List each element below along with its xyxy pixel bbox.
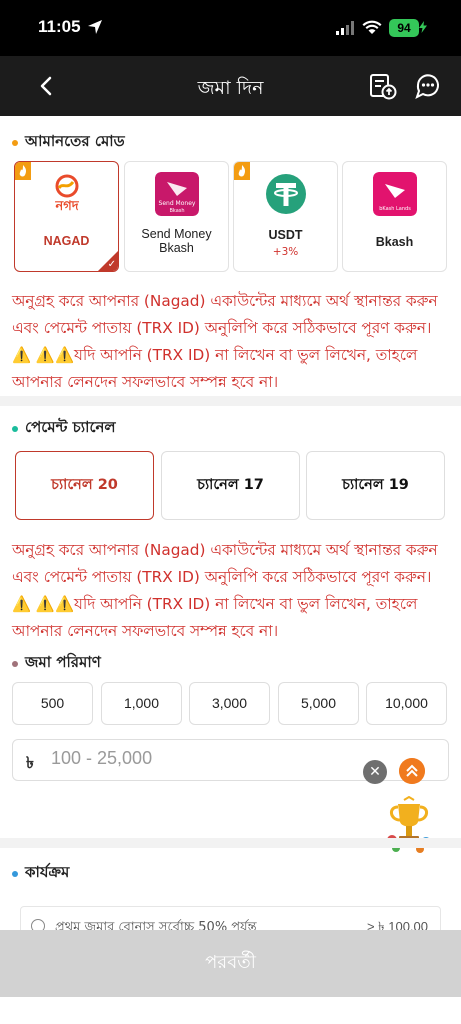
scroll-top-icon[interactable] <box>399 758 425 784</box>
deposit-history-icon[interactable] <box>368 71 398 101</box>
transfer-notice-1: অনুগ্রহ করে আপনার (Nagad) একাউন্টের মাধ্… <box>12 292 438 391</box>
checkmark-icon: ✓ <box>107 259 116 270</box>
charging-bolt-icon <box>419 21 427 33</box>
currency-symbol: ৳ <box>26 753 34 772</box>
clear-icon[interactable]: ✕ <box>363 760 387 784</box>
transfer-notice-2: অনুগ্রহ করে আপনার (Nagad) একাউন্টের মাধ্… <box>12 541 438 640</box>
payment-mode-label: NAGAD <box>43 234 90 248</box>
payment-mode-label: Send Money Bkash <box>141 227 212 255</box>
amount-preset-10000[interactable]: 10,000 <box>366 682 447 725</box>
status-time: 11:05 <box>38 17 81 36</box>
section-divider <box>0 396 461 406</box>
payment-mode-label: Bkash <box>375 235 414 249</box>
payment-mode-send-money-bkash[interactable]: Send Money Bkash Send Money Bkash <box>124 161 229 272</box>
amount-preset-1000[interactable]: 1,000 <box>101 682 182 725</box>
amount-preset-5000[interactable]: 5,000 <box>278 682 359 725</box>
bkash-logo-text: bKash Lands <box>379 206 411 212</box>
hot-badge-icon <box>234 162 250 180</box>
amount-preset-3000[interactable]: 3,000 <box>189 682 270 725</box>
payment-mode-nagad[interactable]: নগদ NAGAD ✓ <box>14 161 119 272</box>
wifi-icon <box>362 20 382 34</box>
payment-mode-usdt[interactable]: USDT +3% <box>233 161 338 272</box>
section-dot <box>12 660 18 667</box>
payment-mode-title: আমানতের মোড <box>12 130 125 155</box>
payment-mode-label: USDT <box>268 228 303 242</box>
amount-placeholder: 100 - 25,000 <box>51 748 153 768</box>
support-chat-icon[interactable] <box>414 73 442 99</box>
location-arrow-icon <box>88 20 102 34</box>
usdt-bonus-label: +3% <box>272 246 299 258</box>
status-bar: 11:05 94 <box>0 0 461 56</box>
deposit-amount-title: জমা পরিমাণ <box>12 651 101 676</box>
nagad-logo-icon: নগদ <box>54 174 79 214</box>
bkash-send-money-logo-text-2: Bkash <box>169 208 184 214</box>
amount-preset-500[interactable]: 500 <box>12 682 93 725</box>
nagad-logo-text: নগদ <box>54 199 79 214</box>
activity-title: কার্যক্রম <box>12 861 69 886</box>
payment-mode-title-text: আমানতের মোড <box>25 132 125 150</box>
section-dot <box>12 139 18 146</box>
activity-title-text: কার্যক্রম <box>25 863 70 881</box>
cellular-signal-icon <box>336 21 354 35</box>
app-header: জমা দিন <box>0 56 461 116</box>
channel-17[interactable]: চ্যানেল 17 <box>161 451 300 520</box>
bottom-safe-area <box>0 997 461 1024</box>
usdt-logo-icon <box>265 174 306 214</box>
channel-20[interactable]: চ্যানেল 20 <box>15 451 154 520</box>
hot-badge-icon <box>15 162 31 180</box>
bkash-logo-icon: bKash Lands <box>372 172 417 216</box>
payment-channel-title-text: পেমেন্ট চ্যানেল <box>25 418 116 436</box>
bkash-send-money-logo-icon: Send Money Bkash <box>154 172 199 216</box>
section-divider <box>0 838 461 848</box>
section-dot <box>12 870 18 877</box>
battery-level: 94 <box>389 19 419 37</box>
channel-19[interactable]: চ্যানেল 19 <box>306 451 445 520</box>
next-button[interactable]: পরবর্তী <box>0 930 461 997</box>
deposit-amount-title-text: জমা পরিমাণ <box>25 653 101 671</box>
section-dot <box>12 425 18 432</box>
payment-channel-title: পেমেন্ট চ্যানেল <box>12 416 116 441</box>
payment-mode-bkash[interactable]: bKash Lands Bkash <box>342 161 447 272</box>
bkash-send-money-logo-text: Send Money <box>158 200 195 207</box>
